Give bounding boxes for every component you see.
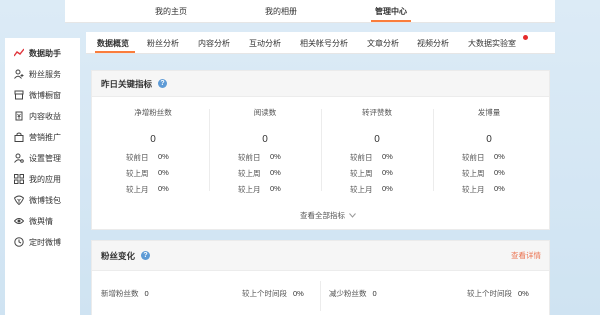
yesterday-metrics-header: 昨日关键指标 ?	[92, 71, 549, 97]
metric-value: 0	[262, 134, 268, 145]
sidebar-item-label: 设置管理	[29, 153, 61, 163]
new-fans-stat: 新增粉丝数 0	[101, 289, 149, 298]
nav-my-home[interactable]: 我的主页	[155, 6, 187, 17]
metric-engagements: 转评赞数 0	[321, 107, 433, 145]
compare-row: 较前日 0%	[350, 152, 393, 162]
clock-icon	[14, 237, 24, 247]
compare-row: 较上周 0%	[126, 168, 169, 178]
yesterday-metrics-panel: 昨日关键指标 ? 净增粉丝数 0 阅读数 0 转评赞数 0 发博量 0 较前日 0…	[91, 70, 550, 230]
compare-row: 较前日 0%	[462, 152, 505, 162]
fan-change-panel: 粉丝变化 ? 查看详情 新增粉丝数 0 较上个时间段 0% 减少粉丝数 0 较上个时间…	[91, 240, 550, 315]
bag-icon	[14, 132, 24, 142]
tab-data-overview[interactable]: 数据概览	[97, 38, 129, 49]
nav-active-indicator	[371, 20, 411, 22]
analysis-tabs: 数据概览 粉丝分析 内容分析 互动分析 相关帐号分析 文章分析 视频分析 大数据…	[86, 32, 555, 54]
tab-video-analysis[interactable]: 视频分析	[417, 38, 449, 49]
divider	[321, 109, 322, 191]
wallet-icon	[14, 195, 24, 205]
metric-title: 阅读数	[253, 108, 277, 117]
metric-title: 净增粉丝数	[134, 108, 172, 117]
compare-row: 较前日 0%	[238, 152, 281, 162]
sidebar-item-data-assistant[interactable]: 数据助手	[5, 43, 80, 63]
lost-fans-stat: 减少粉丝数 0	[329, 289, 377, 298]
sidebar-item-wallet[interactable]: 微博钱包	[5, 190, 80, 210]
sidebar-item-label: 定时微博	[29, 237, 61, 247]
sidebar-item-content-revenue[interactable]: 内容收益	[5, 106, 80, 126]
metric-value: 0	[374, 134, 380, 145]
divider	[320, 281, 321, 311]
divider	[209, 109, 210, 191]
metric-posts: 发博量 0	[433, 107, 545, 145]
compare-row: 较前日 0%	[126, 152, 169, 162]
help-icon[interactable]: ?	[141, 251, 151, 260]
view-all-metrics-link[interactable]: 查看全部指标	[300, 210, 356, 221]
tab-related-account-analysis[interactable]: 相关帐号分析	[300, 38, 348, 49]
sidebar-item-marketing[interactable]: 营销推广	[5, 127, 80, 147]
chevron-down-icon	[349, 213, 356, 218]
new-fans-compare: 较上个时间段 0%	[242, 289, 304, 298]
top-nav: 我的主页 我的相册 管理中心	[65, 0, 555, 23]
fan-change-header: 粉丝变化 ? 查看详情	[92, 241, 549, 271]
sidebar-item-label: 微博橱窗	[29, 90, 61, 100]
compare-row: 较上周 0%	[238, 168, 281, 178]
view-all-metrics-label: 查看全部指标	[300, 211, 345, 220]
sidebar-item-public-opinion[interactable]: 微舆情	[5, 211, 80, 231]
sidebar-item-label: 微舆情	[29, 216, 53, 226]
metric-value: 0	[150, 134, 156, 145]
shop-icon	[14, 90, 24, 100]
user-plus-icon	[14, 69, 24, 79]
sidebar-item-label: 营销推广	[29, 132, 61, 142]
sidebar-item-settings[interactable]: 设置管理	[5, 148, 80, 168]
compare-row: 较上月 0%	[238, 184, 281, 194]
lost-fans-compare: 较上个时间段 0%	[467, 289, 529, 298]
help-icon[interactable]: ?	[158, 79, 168, 88]
new-badge	[523, 35, 528, 40]
metric-value: 0	[486, 134, 492, 145]
metric-title: 发博量	[477, 108, 501, 117]
sidebar-item-my-apps[interactable]: 我的应用	[5, 169, 80, 189]
eye-icon	[14, 218, 24, 224]
sidebar-item-label: 微博钱包	[29, 195, 61, 205]
divider	[433, 109, 434, 191]
apps-icon	[14, 174, 24, 184]
tab-content-analysis[interactable]: 内容分析	[198, 38, 230, 49]
tab-fan-analysis[interactable]: 粉丝分析	[147, 38, 179, 49]
tab-big-data-lab[interactable]: 大数据实验室	[468, 38, 516, 49]
metric-net-fans: 净增粉丝数 0	[97, 107, 209, 145]
nav-management-center[interactable]: 管理中心	[375, 6, 407, 17]
coin-icon	[15, 111, 23, 121]
sidebar-item-fan-service[interactable]: 粉丝服务	[5, 64, 80, 84]
compare-row: 较上周 0%	[462, 168, 505, 178]
sidebar-item-weibo-showcase[interactable]: 微博橱窗	[5, 85, 80, 105]
compare-row: 较上周 0%	[350, 168, 393, 178]
compare-row: 较上月 0%	[126, 184, 169, 194]
trend-icon	[14, 48, 24, 57]
sidebar-item-label: 数据助手	[29, 48, 61, 58]
compare-row: 较上月 0%	[462, 184, 505, 194]
tab-interaction-analysis[interactable]: 互动分析	[249, 38, 281, 49]
compare-row: 较上月 0%	[350, 184, 393, 194]
tab-article-analysis[interactable]: 文章分析	[367, 38, 399, 49]
metric-title: 转评赞数	[362, 108, 392, 117]
view-details-link[interactable]: 查看详情	[511, 250, 541, 261]
tab-active-indicator	[95, 51, 135, 53]
user-gear-icon	[14, 153, 24, 163]
sidebar-item-label: 内容收益	[29, 111, 61, 121]
panel-title: 粉丝变化	[101, 250, 136, 261]
metric-reads: 阅读数 0	[209, 107, 321, 145]
nav-my-album[interactable]: 我的相册	[265, 6, 297, 17]
panel-title: 昨日关键指标	[101, 78, 153, 89]
sidebar-item-label: 粉丝服务	[29, 69, 61, 79]
sidebar-item-label: 我的应用	[29, 174, 61, 184]
sidebar: 数据助手 粉丝服务 微博橱窗 内容收益 营销推广 设置管理 我的应用 微博钱包 …	[5, 38, 80, 315]
sidebar-item-scheduled-post[interactable]: 定时微博	[5, 232, 80, 252]
